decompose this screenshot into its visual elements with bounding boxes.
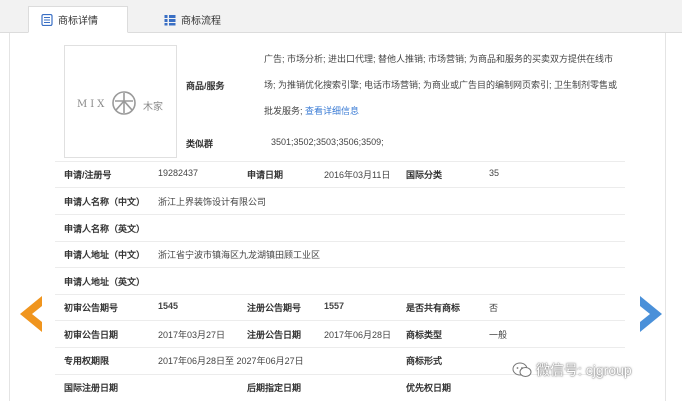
view-details-link[interactable]: 查看详细信息 (305, 106, 359, 116)
prelim-date-label: 初审公告日期 (64, 330, 119, 340)
row-divider (55, 347, 625, 348)
tab-label: 商标流程 (181, 16, 221, 27)
tab-label: 商标详情 (58, 16, 98, 27)
later-label: 后期指定日期 (247, 383, 302, 393)
tab-bar: 商标详情 商标流程 (0, 0, 682, 33)
applicant-cn-value: 浙江上界装饰设计有限公司 (158, 197, 267, 207)
shared-value: 否 (489, 303, 499, 313)
tab-trademark-details[interactable]: 商标详情 (28, 6, 128, 33)
row-divider (55, 214, 625, 215)
app-date-value: 2016年03月11日 (324, 170, 391, 180)
type-label: 商标类型 (406, 330, 443, 340)
intl-class-label: 国际分类 (406, 170, 443, 180)
app-no-value: 19282437 (158, 168, 199, 178)
applicant-en-label: 申请人名称（英文） (64, 224, 146, 234)
tab-trademark-process[interactable]: 商标流程 (160, 6, 260, 33)
logo-text-right: 木家 (143, 102, 163, 113)
type-value: 一般 (489, 330, 508, 340)
logo-mark-icon (112, 91, 136, 115)
app-date-label: 申请日期 (247, 170, 284, 180)
prelim-date-value: 2017年03月27日 (158, 330, 226, 340)
row-divider (55, 320, 625, 321)
row-divider (55, 187, 625, 188)
next-arrow-icon[interactable] (638, 296, 662, 332)
row-divider (55, 241, 625, 242)
address-cn-label: 申请人地址（中文） (64, 250, 146, 260)
similar-group-value: 3501;3502;3503;3506;3509; (271, 137, 384, 147)
reg-date-value: 2017年06月28日 (324, 330, 392, 340)
similar-group-label: 类似群 (186, 139, 214, 149)
logo-text-left: MIX (77, 99, 108, 110)
row-divider (55, 161, 625, 162)
address-cn-value: 浙江省宁波市镇海区九龙湖镇田顾工业区 (158, 250, 321, 260)
watermark-text: 微信号: cjgroup (536, 362, 632, 378)
period-value: 2017年06月28日至 2027年06月27日 (158, 356, 304, 366)
app-no-label: 申请/注册号 (64, 170, 112, 180)
goods-label: 商品/服务 (186, 81, 225, 91)
address-en-label: 申请人地址（英文） (64, 277, 146, 287)
period-label: 专用权期限 (64, 356, 110, 366)
trademark-logo: MIX 木家 (64, 45, 177, 158)
applicant-cn-label: 申请人名称（中文） (64, 197, 146, 207)
doc-icon (41, 13, 53, 26)
reg-no-value: 1557 (324, 301, 345, 311)
reg-date-label: 注册公告日期 (247, 330, 302, 340)
row-divider (55, 294, 625, 295)
list-icon (164, 14, 176, 25)
reg-no-label: 注册公告期号 (247, 303, 302, 313)
intl-class-value: 35 (489, 168, 500, 178)
prelim-no-label: 初审公告期号 (64, 303, 119, 313)
priority-label: 优先权日期 (406, 383, 452, 393)
previous-arrow-icon[interactable] (20, 296, 44, 332)
form-label: 商标形式 (406, 356, 443, 366)
wechat-icon (512, 362, 532, 377)
intl-reg-label: 国际注册日期 (64, 383, 119, 393)
goods-text-block: 广告; 市场分析; 进出口代理; 替他人推销; 市场营销; 为商品和服务的买卖双… (264, 46, 624, 124)
wechat-watermark: 微信号: cjgroup (512, 360, 632, 380)
row-divider (55, 267, 625, 268)
shared-label: 是否共有商标 (406, 303, 461, 313)
prelim-no-value: 1545 (158, 301, 179, 311)
